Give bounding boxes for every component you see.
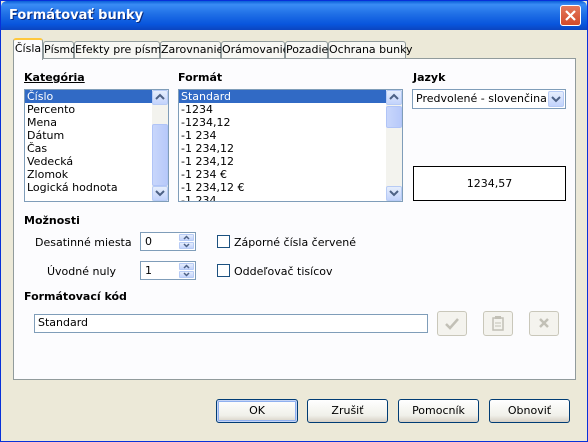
options-label: Možnosti <box>24 214 80 227</box>
list-item[interactable]: Mena <box>25 116 168 129</box>
ok-button[interactable]: OK <box>216 399 298 423</box>
list-item[interactable]: -1 234 € <box>179 168 402 181</box>
list-item[interactable]: -1 234 <box>179 129 402 142</box>
language-label: Jazyk <box>413 71 446 84</box>
checkmark-icon <box>445 318 459 330</box>
decrement-button[interactable] <box>179 242 194 249</box>
chevron-down-icon <box>183 272 190 277</box>
chevron-up-icon <box>183 264 190 269</box>
decrement-button[interactable] <box>179 271 194 278</box>
language-value: Predvolené - slovenčina <box>416 92 547 105</box>
thousands-separator-checkbox[interactable] <box>217 264 230 277</box>
tab-pozadie[interactable]: Pozadie <box>285 41 328 59</box>
format-cells-dialog: Formátovať bunky Čísla Písmo Efekty pre … <box>0 0 588 442</box>
list-item[interactable]: Standard <box>179 90 402 103</box>
tab-pismo[interactable]: Písmo <box>43 41 77 59</box>
language-select[interactable]: Predvolené - slovenčina <box>412 89 566 109</box>
chevron-up-icon <box>183 235 190 240</box>
tab-cisla[interactable]: Čísla <box>13 38 43 60</box>
negative-red-checkbox[interactable] <box>217 235 230 248</box>
add-format-button[interactable] <box>437 311 467 336</box>
leading-zeros-value: 1 <box>145 264 152 277</box>
leading-zeros-stepper[interactable]: 1 <box>140 261 196 280</box>
decimal-places-stepper[interactable]: 0 <box>140 232 196 251</box>
help-button[interactable]: Pomocník <box>398 399 479 423</box>
list-item[interactable]: -1 234,12 <box>179 142 402 155</box>
scroll-thumb[interactable] <box>152 124 168 186</box>
scroll-thumb[interactable] <box>386 106 402 128</box>
list-item[interactable]: -1 234,12 <box>179 155 402 168</box>
list-item[interactable]: -1 234,12 € <box>179 181 402 194</box>
reset-button[interactable]: Obnoviť <box>489 399 570 423</box>
format-code-label: Formátovací kód <box>24 290 127 303</box>
increment-button[interactable] <box>179 234 194 241</box>
chevron-up-icon <box>389 93 399 100</box>
list-item[interactable]: Čas <box>25 142 168 155</box>
chevron-down-icon <box>155 190 165 197</box>
scroll-up-button[interactable] <box>152 90 168 105</box>
format-code-input[interactable]: Standard <box>34 314 428 333</box>
chevron-down-icon <box>183 243 190 248</box>
list-item[interactable]: Dátum <box>25 129 168 142</box>
chevron-down-icon <box>389 190 399 197</box>
tab-oramovanie[interactable]: Orámovanie <box>221 41 289 59</box>
leading-zeros-label: Úvodné nuly <box>47 265 117 278</box>
increment-button[interactable] <box>179 263 194 270</box>
title-bar: Formátovať bunky <box>1 1 587 30</box>
scroll-down-button[interactable] <box>152 186 168 201</box>
thousands-separator-label: Oddeľovač tisícov <box>234 265 333 278</box>
negative-red-label: Záporné čísla červené <box>234 236 357 249</box>
cancel-button[interactable]: Zrušiť <box>307 399 388 423</box>
list-item[interactable]: Vedecká <box>25 155 168 168</box>
delete-format-button[interactable] <box>529 311 559 336</box>
decimal-places-label: Desatinné miesta <box>35 236 132 249</box>
list-item[interactable]: -1234,12 <box>179 116 402 129</box>
scroll-up-button[interactable] <box>386 90 402 105</box>
category-listbox[interactable]: Číslo Percento Mena Dátum Čas Vedecká Zl… <box>24 89 169 202</box>
format-listbox[interactable]: Standard -1234 -1234,12 -1 234 -1 234,12… <box>178 89 403 202</box>
format-label: Formát <box>178 71 223 84</box>
close-button[interactable] <box>560 5 581 26</box>
tab-ochrana-bunky[interactable]: Ochrana bunky <box>328 41 413 59</box>
list-item[interactable]: Číslo <box>25 90 168 103</box>
list-item[interactable]: Logická hodnota <box>25 181 168 194</box>
list-item[interactable]: -1234 <box>179 103 402 116</box>
format-scrollbar[interactable] <box>386 90 402 201</box>
category-label: Kategória <box>24 71 85 84</box>
tab-zarovnanie[interactable]: Zarovnanie <box>160 41 223 59</box>
list-item[interactable]: Percento <box>25 103 168 116</box>
scroll-down-button[interactable] <box>386 186 402 201</box>
list-item[interactable]: -1 234 <box>179 194 402 201</box>
edit-comment-button[interactable] <box>483 311 513 336</box>
tab-efekty-pre-pismo[interactable]: Efekty pre písmo <box>74 41 168 59</box>
comment-icon <box>492 316 504 331</box>
chevron-down-icon <box>551 96 561 103</box>
format-preview: 1234,57 <box>413 166 566 201</box>
delete-x-icon <box>539 318 549 328</box>
list-item[interactable]: Zlomok <box>25 168 168 181</box>
language-dropdown-button[interactable] <box>548 91 564 107</box>
close-icon <box>565 10 576 21</box>
chevron-up-icon <box>155 93 165 100</box>
window-title: Formátovať bunky <box>9 8 144 23</box>
category-scrollbar[interactable] <box>152 90 168 201</box>
decimal-places-value: 0 <box>145 235 152 248</box>
